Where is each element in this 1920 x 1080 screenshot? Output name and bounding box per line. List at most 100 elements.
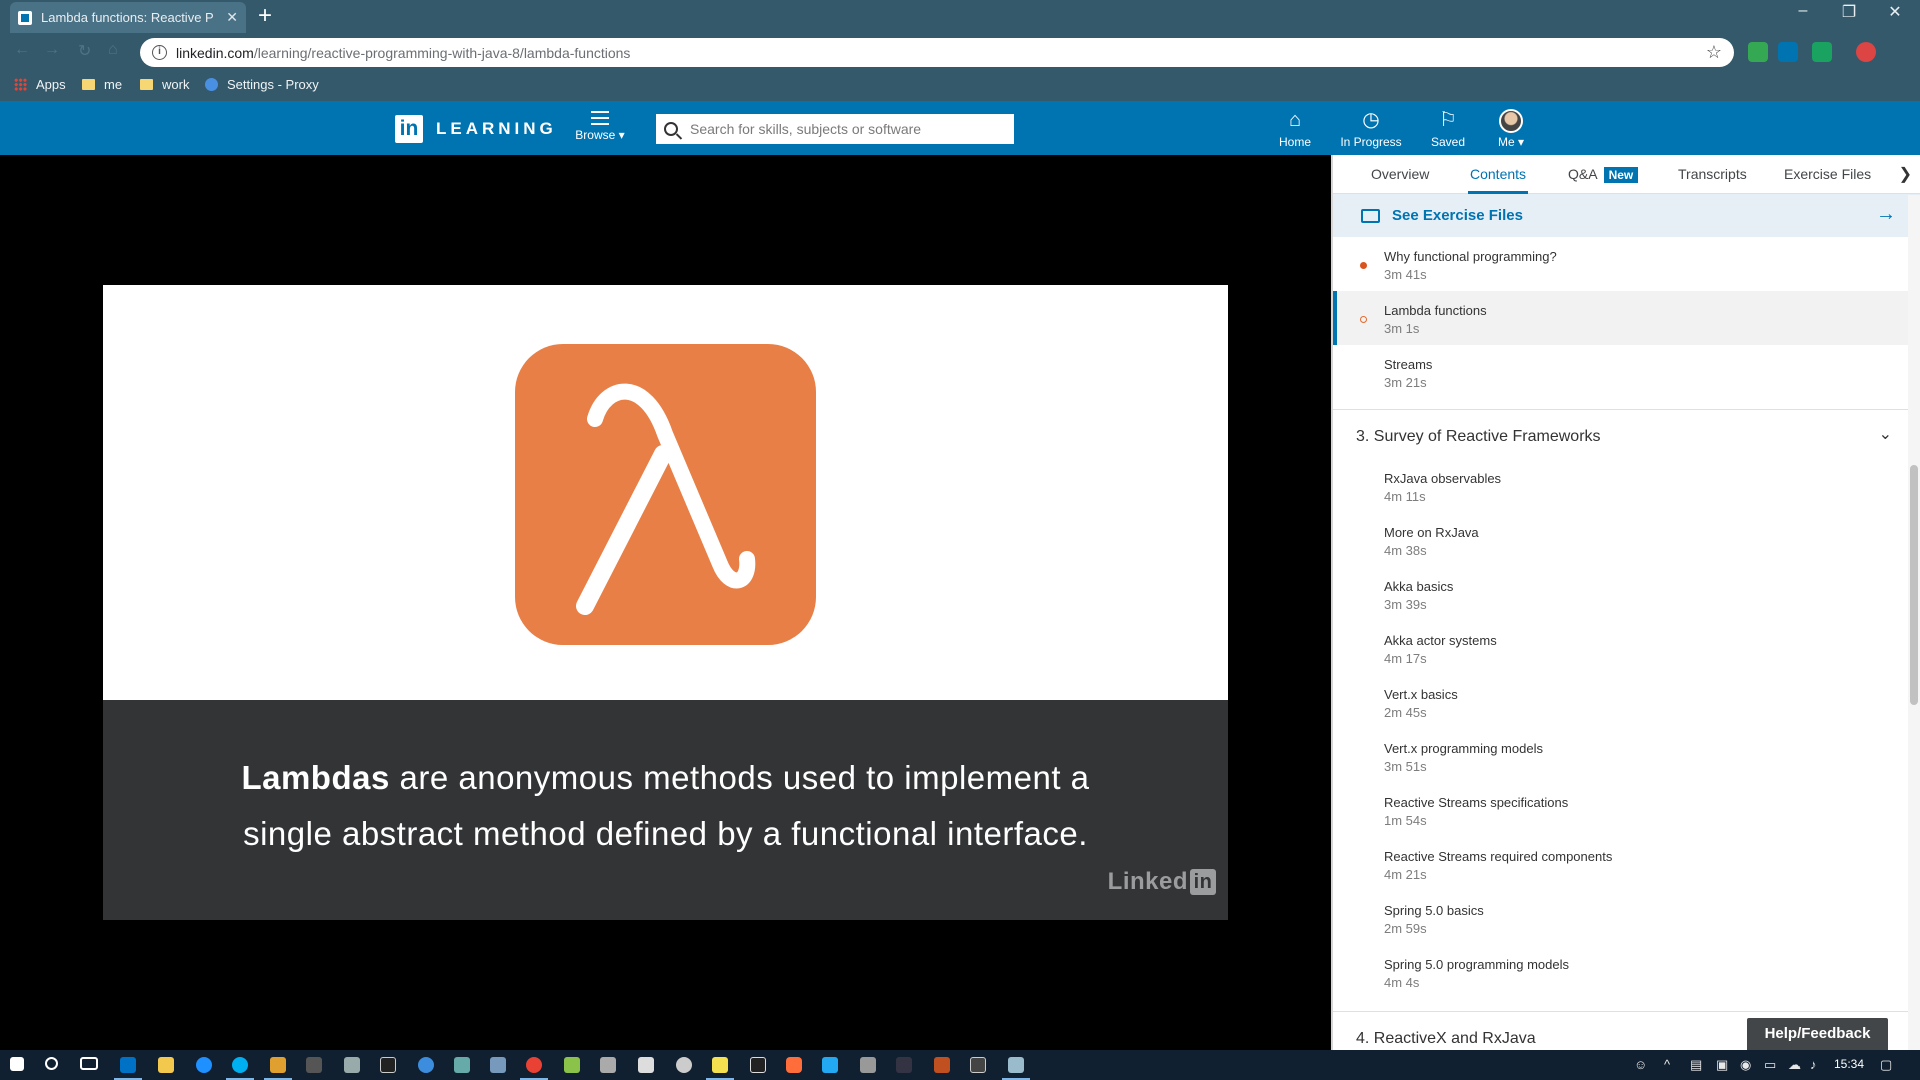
notepad-icon[interactable] bbox=[1002, 1057, 1030, 1080]
7zip-icon[interactable] bbox=[970, 1057, 986, 1073]
chrome-icon[interactable] bbox=[520, 1057, 548, 1080]
app-icon[interactable] bbox=[344, 1057, 360, 1073]
app-icon[interactable] bbox=[638, 1057, 654, 1073]
app-icon[interactable] bbox=[860, 1057, 876, 1073]
bookmark-apps[interactable]: Apps bbox=[14, 77, 66, 92]
volume-icon[interactable]: ♪ bbox=[1810, 1057, 1817, 1072]
scrollbar-thumb[interactable] bbox=[1910, 465, 1918, 705]
tab-qa[interactable]: Q&A New bbox=[1568, 166, 1639, 183]
list-item[interactable]: Spring 5.0 basics 2m 59s bbox=[1333, 891, 1920, 945]
list-item[interactable]: Akka actor systems 4m 17s bbox=[1333, 621, 1920, 675]
search-box[interactable] bbox=[656, 114, 1014, 144]
skype-icon[interactable] bbox=[226, 1057, 254, 1080]
app-icon[interactable] bbox=[418, 1057, 434, 1073]
onedrive-icon[interactable]: ☁ bbox=[1788, 1057, 1801, 1073]
intellij-icon[interactable] bbox=[750, 1057, 766, 1073]
help-feedback-button[interactable]: Help/Feedback bbox=[1747, 1018, 1888, 1050]
new-tab-button[interactable]: + bbox=[258, 3, 272, 29]
list-item[interactable]: Streams 3m 21s bbox=[1333, 345, 1920, 399]
back-icon[interactable]: ← bbox=[14, 41, 30, 59]
app-icon[interactable] bbox=[896, 1057, 912, 1073]
minimize-icon[interactable]: – bbox=[1780, 2, 1826, 20]
bookmark-star-icon[interactable]: ☆ bbox=[1706, 42, 1722, 63]
outlook-icon[interactable] bbox=[114, 1057, 142, 1080]
bookmark-work[interactable]: work bbox=[140, 77, 189, 92]
extension-badge-icon[interactable] bbox=[1812, 42, 1832, 62]
sidebar-scrollbar[interactable] bbox=[1908, 195, 1920, 1050]
list-item[interactable]: Reactive Streams specifications 1m 54s bbox=[1333, 783, 1920, 837]
network-icon[interactable]: ▭ bbox=[1764, 1057, 1776, 1073]
section-header[interactable]: 3. Survey of Reactive Frameworks ⌄ bbox=[1333, 409, 1920, 459]
profile-icon[interactable] bbox=[1856, 42, 1876, 62]
see-exercise-files-link[interactable]: See Exercise Files → bbox=[1333, 194, 1920, 237]
postman-icon[interactable] bbox=[786, 1057, 802, 1073]
app-icon[interactable] bbox=[564, 1057, 580, 1073]
browse-menu[interactable]: Browse ▾ bbox=[573, 111, 627, 142]
video-player[interactable]: Lambdas are anonymous methods used to im… bbox=[0, 155, 1331, 1050]
list-item[interactable]: Spring 5.0 programming models 4m 4s bbox=[1333, 945, 1920, 999]
search-icon[interactable] bbox=[45, 1057, 58, 1070]
nav-in-progress[interactable]: ◷ In Progress bbox=[1338, 109, 1404, 149]
search-icon bbox=[664, 122, 678, 136]
nav-saved[interactable]: ⚐ Saved bbox=[1428, 109, 1468, 149]
close-tab-icon[interactable]: ✕ bbox=[226, 9, 238, 26]
app-icon[interactable] bbox=[490, 1057, 506, 1073]
list-item[interactable]: Vert.x programming models 3m 51s bbox=[1333, 729, 1920, 783]
app-icon[interactable] bbox=[454, 1057, 470, 1073]
list-item[interactable]: More on RxJava 4m 38s bbox=[1333, 513, 1920, 567]
tray-app-icon[interactable]: ▤ bbox=[1690, 1057, 1702, 1073]
chevron-right-icon[interactable]: ❯ bbox=[1899, 164, 1912, 184]
intellij-icon[interactable] bbox=[380, 1057, 396, 1073]
tab-exercise-files[interactable]: Exercise Files bbox=[1784, 166, 1871, 182]
slide-caption: Lambdas are anonymous methods used to im… bbox=[103, 700, 1228, 920]
bookmark-settings-proxy[interactable]: Settings - Proxy bbox=[205, 77, 319, 92]
tab-contents[interactable]: Contents bbox=[1470, 166, 1526, 182]
folder-icon bbox=[140, 79, 153, 90]
list-item[interactable]: RxJava observables 4m 11s bbox=[1333, 459, 1920, 513]
linkedin-extension-icon[interactable] bbox=[1778, 42, 1798, 62]
list-item[interactable]: Reactive Streams required components 4m 2… bbox=[1333, 837, 1920, 891]
people-icon[interactable]: ☺ bbox=[1634, 1057, 1647, 1072]
outlook-tray-icon[interactable]: ▣ bbox=[1716, 1057, 1728, 1073]
caption-term: Lambdas bbox=[241, 759, 390, 796]
file-explorer-icon[interactable] bbox=[158, 1057, 174, 1073]
windows-start-icon[interactable] bbox=[10, 1057, 24, 1071]
list-item[interactable]: Why functional programming? 3m 41s bbox=[1333, 237, 1920, 291]
list-item[interactable]: Vert.x basics 2m 45s bbox=[1333, 675, 1920, 729]
show-hidden-icons-icon[interactable]: ^ bbox=[1664, 1057, 1670, 1072]
list-item[interactable]: Akka basics 3m 39s bbox=[1333, 567, 1920, 621]
vscode-icon[interactable] bbox=[822, 1057, 838, 1073]
skype-tray-icon[interactable]: ◉ bbox=[1740, 1057, 1751, 1073]
restore-icon[interactable]: ❐ bbox=[1826, 2, 1872, 22]
slide-graphic bbox=[103, 285, 1228, 700]
bookmark-icon: ⚐ bbox=[1439, 109, 1457, 131]
reload-icon[interactable]: ↻ bbox=[78, 41, 91, 61]
notifications-icon[interactable]: ▢ bbox=[1880, 1057, 1892, 1073]
linkedin-learning-logo[interactable]: in LEARNING bbox=[395, 115, 557, 143]
sticky-notes-icon[interactable] bbox=[706, 1057, 734, 1080]
app-icon[interactable] bbox=[264, 1057, 292, 1080]
home-icon[interactable]: ⌂ bbox=[108, 41, 118, 59]
browser-tab[interactable]: Lambda functions: Reactive P ✕ bbox=[10, 2, 246, 33]
edge-icon[interactable] bbox=[196, 1057, 212, 1073]
app-icon[interactable] bbox=[600, 1057, 616, 1073]
search-input[interactable] bbox=[690, 121, 990, 137]
clock[interactable]: 15:34 bbox=[1834, 1057, 1864, 1071]
site-info-icon[interactable]: i bbox=[152, 45, 167, 60]
taskbar: ☺ ^ ▤ ▣ ◉ ▭ ☁ ♪ 15:34 ▢ bbox=[0, 1050, 1920, 1080]
forward-icon[interactable]: → bbox=[44, 41, 60, 59]
chevron-down-icon[interactable]: ⌄ bbox=[1879, 424, 1892, 444]
app-icon[interactable] bbox=[676, 1057, 692, 1073]
app-icon[interactable] bbox=[934, 1057, 950, 1073]
nav-me[interactable]: Me ▾ bbox=[1495, 109, 1527, 149]
task-view-icon[interactable] bbox=[80, 1057, 98, 1070]
extension-icon[interactable] bbox=[1748, 42, 1768, 62]
tab-transcripts[interactable]: Transcripts bbox=[1678, 166, 1747, 182]
tab-overview[interactable]: Overview bbox=[1371, 166, 1429, 182]
window-close-icon[interactable]: ✕ bbox=[1872, 2, 1918, 22]
terminal-icon[interactable] bbox=[306, 1057, 322, 1073]
list-item-current[interactable]: Lambda functions 3m 1s bbox=[1333, 291, 1920, 345]
bookmark-me[interactable]: me bbox=[82, 77, 122, 92]
nav-home[interactable]: ⌂ Home bbox=[1275, 109, 1315, 149]
address-bar[interactable]: i linkedin.com /learning/reactive-progra… bbox=[140, 38, 1734, 67]
